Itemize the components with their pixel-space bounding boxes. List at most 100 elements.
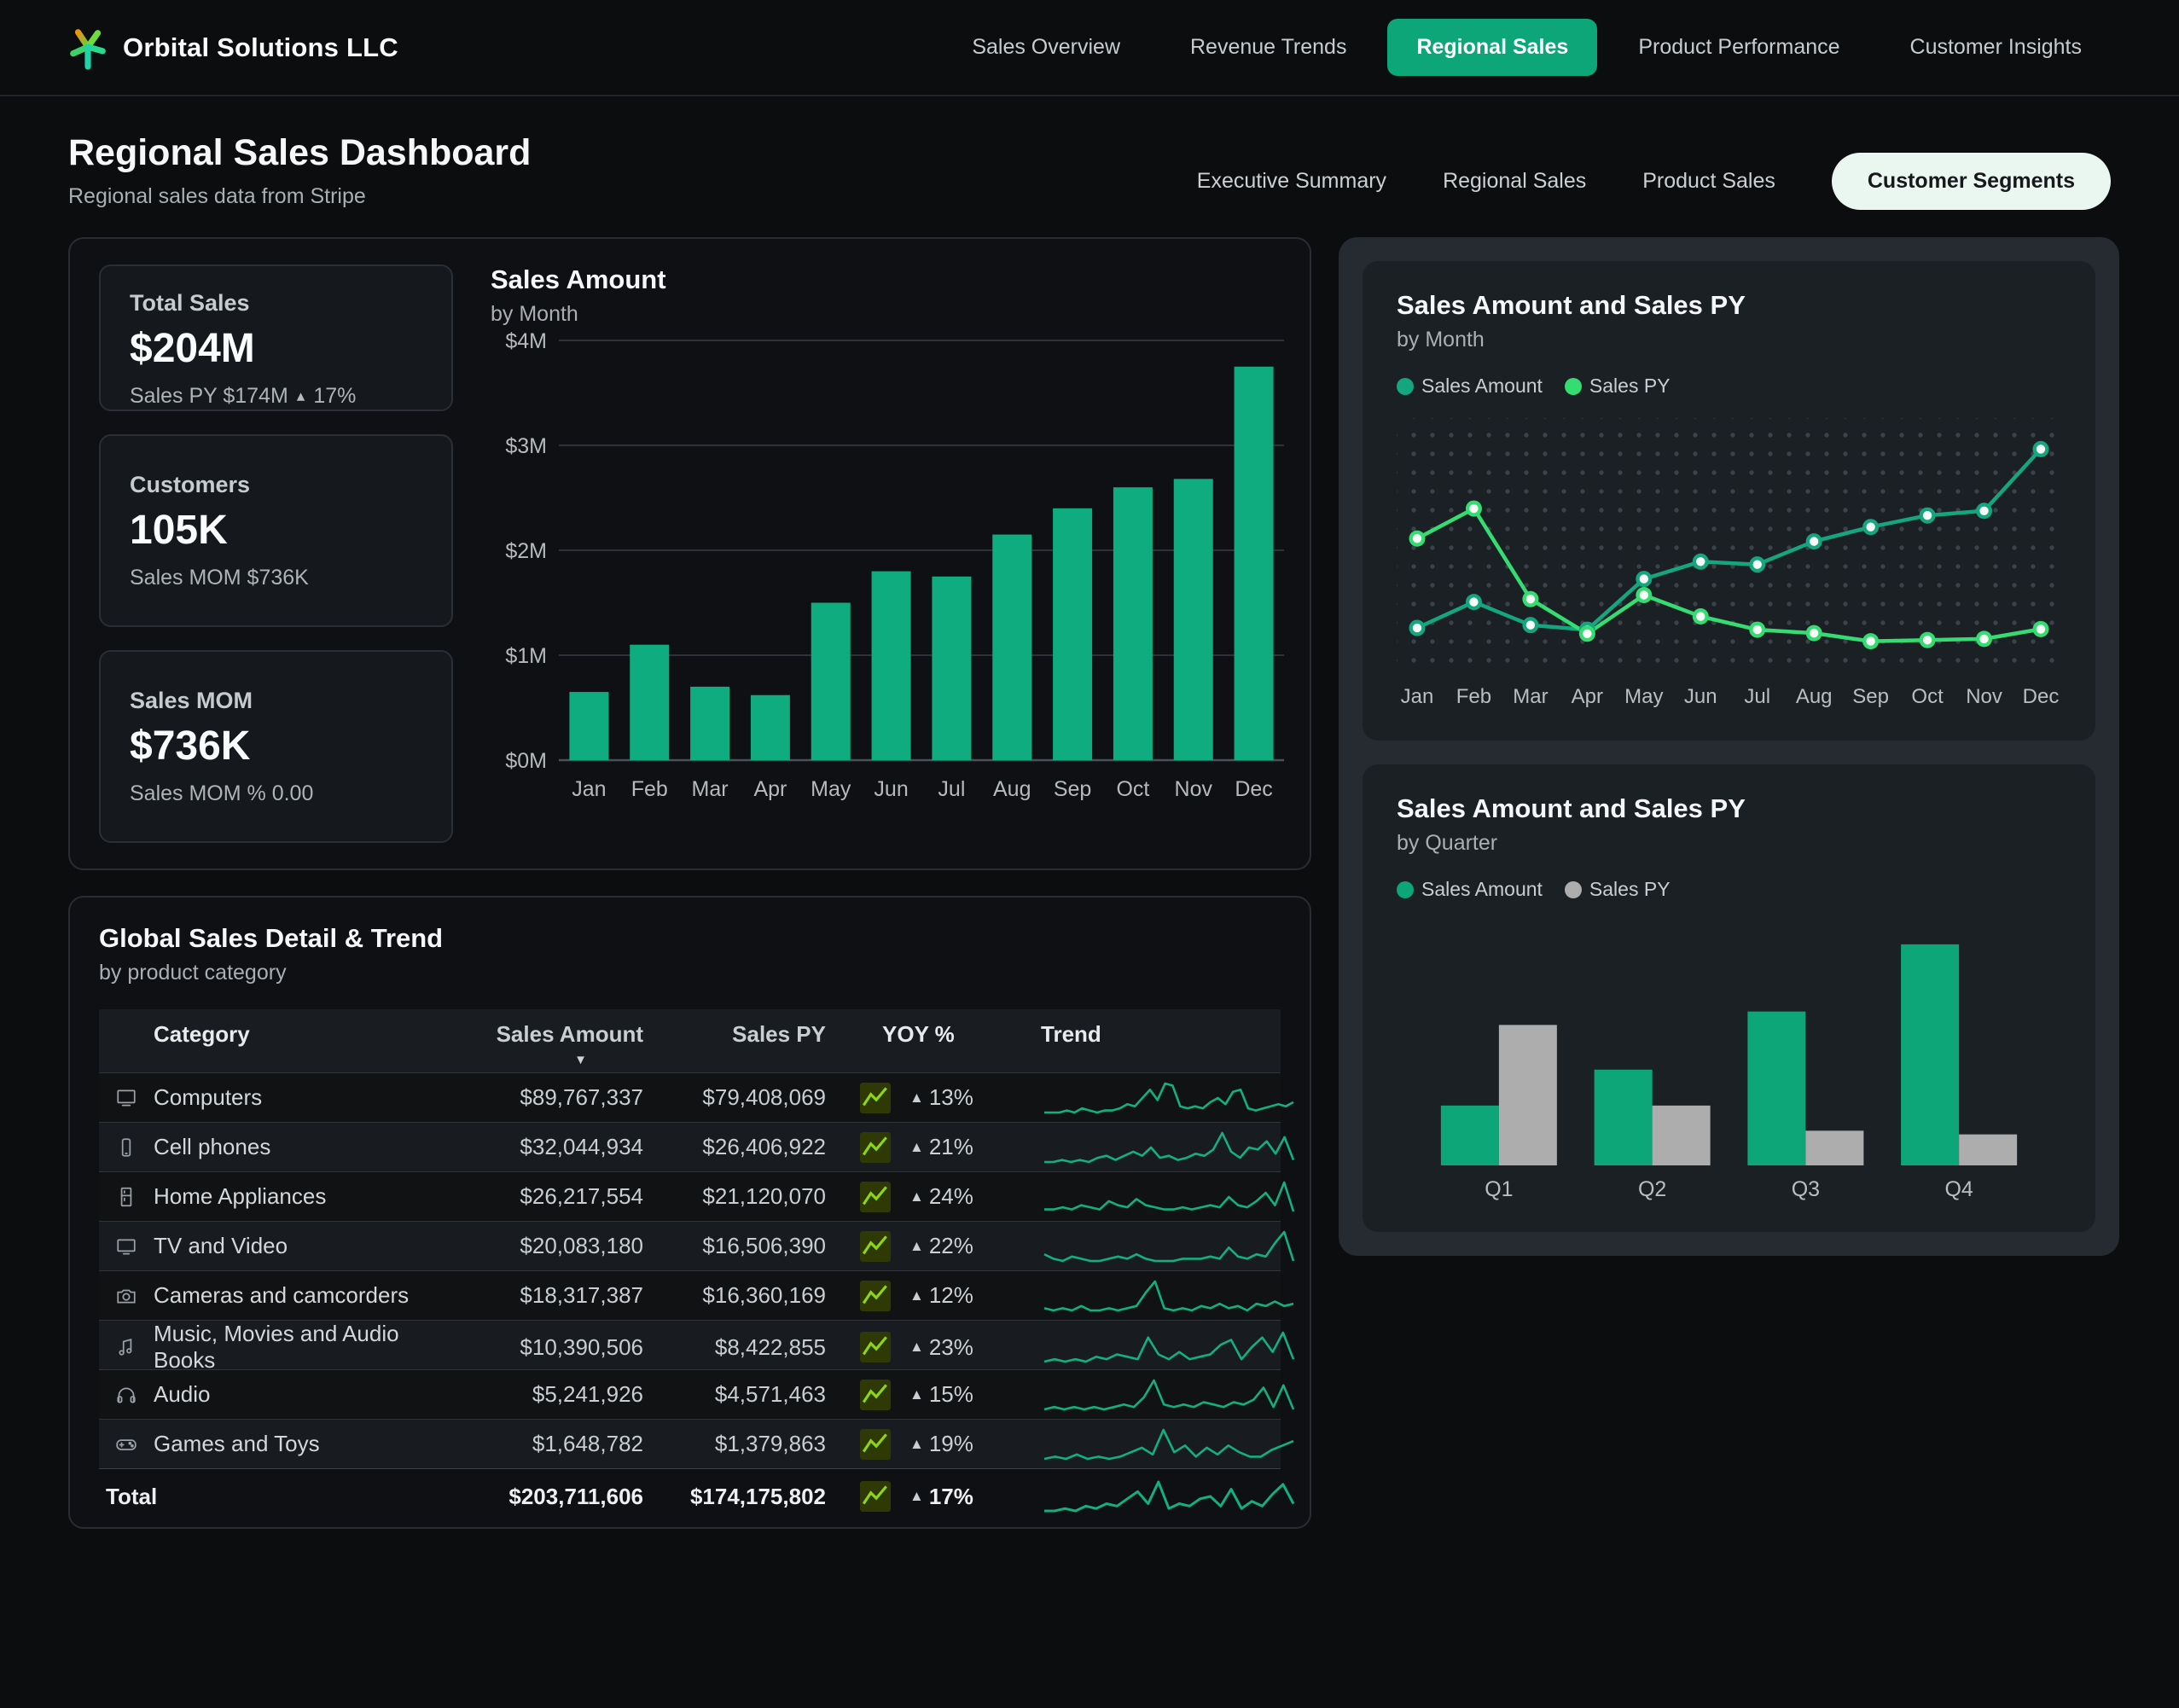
- svg-text:Q1: Q1: [1485, 1177, 1513, 1201]
- report-tab-customer-segments[interactable]: Customer Segments: [1832, 153, 2111, 210]
- svg-text:Sep: Sep: [1852, 685, 1889, 708]
- chart-title: Sales Amount and Sales PY: [1397, 793, 2061, 824]
- sales-amount-cell: $5,241,926: [457, 1381, 652, 1408]
- yoy-cell: ▲13%: [834, 1083, 1027, 1113]
- sales-py-cell: $8,422,855: [652, 1334, 834, 1361]
- table-header-row: CategorySales Amount▼Sales PYYOY %Trend: [99, 1009, 1281, 1072]
- up-arrow-icon: ▴: [297, 386, 305, 406]
- total-sales-amount: $203,711,606: [457, 1484, 652, 1510]
- sales-amount-cell: $32,044,934: [457, 1134, 652, 1160]
- main-content: Total Sales$204MSales PY $174M▴17%Custom…: [0, 237, 2179, 1529]
- up-arrow-icon: ▲: [909, 1287, 924, 1304]
- kpi-delta: 17%: [313, 384, 356, 409]
- nav-tab-customer-insights[interactable]: Customer Insights: [1881, 19, 2111, 76]
- yoy-cell: ▲24%: [834, 1182, 1027, 1212]
- column-header-sales-py[interactable]: Sales PY: [652, 1021, 834, 1048]
- page-head-titles: Regional Sales Dashboard Regional sales …: [68, 132, 531, 209]
- report-tab-regional-sales[interactable]: Regional Sales: [1443, 169, 1586, 194]
- up-arrow-icon: ▲: [909, 1089, 924, 1107]
- table-row-music-movies-and-audio-books[interactable]: Music, Movies and Audio Books$10,390,506…: [99, 1320, 1281, 1369]
- up-arrow-icon: ▲: [909, 1188, 924, 1205]
- sort-desc-icon: ▼: [457, 1053, 643, 1067]
- chart-subtitle: by Month: [491, 302, 1281, 327]
- yoy-cell: ▲12%: [834, 1281, 1027, 1311]
- svg-text:Mar: Mar: [692, 777, 729, 801]
- svg-text:$3M: $3M: [505, 434, 547, 458]
- fridge-icon: [115, 1186, 137, 1208]
- kpi-label: Total Sales: [130, 290, 422, 317]
- table-row-cell-phones[interactable]: Cell phones$32,044,934$26,406,922▲21%: [99, 1122, 1281, 1171]
- trend-sparkline: [1041, 1478, 1297, 1515]
- yoy-cell: ▲23%: [834, 1332, 1027, 1362]
- table-row-computers[interactable]: Computers$89,767,337$79,408,069▲13%: [99, 1072, 1281, 1122]
- svg-text:Jun: Jun: [1684, 685, 1717, 708]
- table-row-tv-and-video[interactable]: TV and Video$20,083,180$16,506,390▲22%: [99, 1221, 1281, 1270]
- svg-text:Feb: Feb: [1456, 685, 1491, 708]
- kpi-label: Sales MOM: [130, 688, 422, 714]
- column-header-yoy[interactable]: YOY %: [834, 1021, 1027, 1048]
- report-tab-product-sales[interactable]: Product Sales: [1642, 169, 1775, 194]
- table-row-audio[interactable]: Audio$5,241,926$4,571,463▲15%: [99, 1369, 1281, 1419]
- trend-cell: [1027, 1129, 1297, 1166]
- category-cell: Cameras and camcorders: [154, 1282, 457, 1309]
- legend-item-sales-amount[interactable]: Sales Amount: [1397, 375, 1543, 398]
- svg-text:Nov: Nov: [1175, 777, 1213, 801]
- nav-tab-regional-sales[interactable]: Regional Sales: [1387, 19, 1597, 76]
- brand: Orbital Solutions LLC: [68, 25, 398, 71]
- sales-vs-py-line-chart[interactable]: JanFebMarAprMayJunJulAugSepOctNovDec: [1397, 418, 2061, 712]
- up-arrow-icon: ▲: [909, 1386, 924, 1403]
- nav-tab-product-performance[interactable]: Product Performance: [1609, 19, 1868, 76]
- legend-item-sales-py[interactable]: Sales PY: [1565, 878, 1671, 901]
- sales-amount-cell: $10,390,506: [457, 1334, 652, 1361]
- legend-item-sales-py[interactable]: Sales PY: [1565, 375, 1671, 398]
- trend-cell: [1027, 1228, 1297, 1265]
- table-row-games-and-toys[interactable]: Games and Toys$1,648,782$1,379,863▲19%: [99, 1419, 1281, 1468]
- global-sales-panel: Global Sales Detail & Trend by product c…: [68, 896, 1311, 1529]
- right-panel: Sales Amount and Sales PY by Month Sales…: [1339, 237, 2119, 1256]
- nav-tab-revenue-trends[interactable]: Revenue Trends: [1161, 19, 1375, 76]
- sales-overview-panel: Total Sales$204MSales PY $174M▴17%Custom…: [68, 237, 1311, 870]
- smartphone-icon: [115, 1136, 137, 1159]
- up-arrow-icon: ▲: [909, 1339, 924, 1356]
- column-header-sales-amount[interactable]: Sales Amount▼: [457, 1021, 652, 1067]
- music-icon: [115, 1336, 137, 1358]
- category-cell: Computers: [154, 1084, 457, 1111]
- svg-text:Dec: Dec: [2023, 685, 2060, 708]
- column-header-trend[interactable]: Trend: [1027, 1021, 1281, 1048]
- chart-title: Sales Amount: [491, 264, 1281, 295]
- page-head: Regional Sales Dashboard Regional sales …: [0, 96, 2179, 210]
- sales-py-cell: $21,120,070: [652, 1183, 834, 1210]
- legend-dot-icon: [1397, 378, 1414, 395]
- sales-vs-py-quarter-chart[interactable]: Q1Q2Q3Q4: [1397, 921, 2061, 1203]
- nav-tab-sales-overview[interactable]: Sales Overview: [943, 19, 1149, 76]
- table-row-cameras-and-camcorders[interactable]: Cameras and camcorders$18,317,387$16,360…: [99, 1270, 1281, 1320]
- trend-sparkline: [1041, 1277, 1297, 1315]
- sales-amount-cell: $1,648,782: [457, 1431, 652, 1457]
- sales-by-month-bar-chart[interactable]: $0M$1M$2M$3M$4MJanFebMarAprMayJunJulAugS…: [491, 327, 1291, 810]
- trend-sparkline: [1041, 1426, 1297, 1463]
- category-cell: Home Appliances: [154, 1183, 457, 1210]
- svg-text:Q2: Q2: [1638, 1177, 1666, 1201]
- svg-text:Jul: Jul: [938, 777, 965, 801]
- sales-py-cell: $4,571,463: [652, 1381, 834, 1408]
- up-arrow-icon: ▲: [909, 1238, 924, 1255]
- svg-text:May: May: [811, 777, 851, 801]
- legend-item-sales-amount[interactable]: Sales Amount: [1397, 878, 1543, 901]
- quarter-chart-plot: Q1Q2Q3Q4: [1397, 921, 2061, 1203]
- trend-sparkline: [1041, 1178, 1297, 1216]
- svg-text:Apr: Apr: [1572, 685, 1603, 708]
- table-subtitle: by product category: [99, 961, 1281, 985]
- sales-py-cell: $79,408,069: [652, 1084, 834, 1111]
- report-tab-executive-summary[interactable]: Executive Summary: [1197, 169, 1386, 194]
- up-arrow-icon: ▲: [909, 1436, 924, 1453]
- kpi-card-customers: Customers105KSales MOM $736K: [99, 434, 453, 627]
- category-cell: Music, Movies and Audio Books: [154, 1321, 457, 1374]
- gamepad-icon: [115, 1433, 137, 1455]
- trend-cell: [1027, 1178, 1297, 1216]
- trend-up-icon: [860, 1429, 891, 1460]
- svg-text:Jun: Jun: [874, 777, 908, 801]
- table-row-home-appliances[interactable]: Home Appliances$26,217,554$21,120,070▲24…: [99, 1171, 1281, 1221]
- brand-name: Orbital Solutions LLC: [123, 32, 398, 63]
- chart-title: Sales Amount and Sales PY: [1397, 290, 2061, 321]
- kpi-label: Customers: [130, 472, 422, 498]
